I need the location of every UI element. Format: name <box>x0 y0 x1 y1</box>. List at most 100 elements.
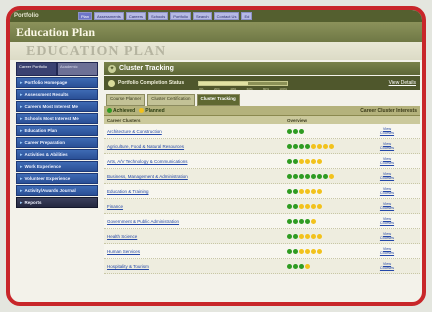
nav-tab-plan[interactable]: Plan <box>78 12 93 20</box>
cluster-link[interactable]: Architecture & Construction <box>107 129 287 134</box>
sidebar-item[interactable]: ▸ Reports <box>16 197 98 208</box>
cluster-link[interactable]: Business, Management & Administration <box>107 174 287 179</box>
subtab-cluster-tracking[interactable]: Cluster Tracking <box>196 94 240 106</box>
completion-status-label: Portfolio Completion Status <box>118 80 185 86</box>
cluster-progress <box>287 248 377 254</box>
sidebar-item[interactable]: ▸ Assessment Results <box>16 89 98 100</box>
planned-dot-icon <box>311 143 316 149</box>
view-courses-link[interactable]: View Courses <box>377 142 397 150</box>
sidebar-item[interactable]: ▸ Schools Most Interest Me <box>16 113 98 124</box>
arrow-icon: ▸ <box>20 91 23 98</box>
arrow-icon: ▸ <box>20 103 23 110</box>
progress-tick-label: 20% <box>213 86 220 91</box>
cluster-progress <box>287 263 377 269</box>
subtabs: Course Planner Cluster Certification Clu… <box>104 94 420 106</box>
planned-dot-icon <box>311 188 316 194</box>
planned-dot-icon <box>305 263 310 269</box>
arrow-icon: ▸ <box>20 175 23 182</box>
cluster-link[interactable]: Health Science <box>107 234 287 239</box>
header-banner: EDUCATION PLAN <box>10 42 422 60</box>
table-row: Agriculture, Food & Natural Resources Vie… <box>104 139 420 154</box>
view-courses-link[interactable]: View Courses <box>377 172 397 180</box>
sidebar-item-label: Activities & Abilities <box>24 152 68 157</box>
subtab-cluster-certification[interactable]: Cluster Certification <box>147 94 195 106</box>
sidebar-item-label: Work Experience <box>24 164 61 169</box>
sidebar-item[interactable]: ▸ Work Experience <box>16 161 98 172</box>
cluster-link[interactable]: Government & Public Administration <box>107 219 287 224</box>
sidebar-item-label: Careers Most Interest Me <box>24 104 79 109</box>
achieved-dot-icon <box>287 128 292 134</box>
nav-tab-ed[interactable]: Ed <box>241 12 253 20</box>
view-courses-link[interactable]: View Courses <box>377 187 397 195</box>
sidebar-item[interactable]: ▸ Volunteer Experience <box>16 173 98 184</box>
table-row: Government & Public Administration View C… <box>104 214 420 229</box>
sidebar-tab-academic[interactable]: Academic <box>57 62 98 76</box>
achieved-dot-icon <box>287 173 292 179</box>
nav-tab-careers[interactable]: Careers <box>125 12 147 20</box>
table-row: Health Science View Courses <box>104 229 420 244</box>
planned-dot-icon <box>139 108 145 113</box>
nav-tab-assessments[interactable]: Assessments <box>94 12 124 20</box>
cluster-link[interactable]: Human Services <box>107 249 287 254</box>
sidebar: Career Portfolio Academic ▸ Portfolio Hom… <box>16 62 98 280</box>
arrow-icon: ▸ <box>20 199 23 206</box>
brand-label: Portfolio <box>14 13 39 19</box>
arrow-icon: ▸ <box>20 139 23 146</box>
panel-header: ✦ Cluster Tracking <box>104 62 420 75</box>
cluster-link[interactable]: Arts, A/V Technology & Communications <box>107 159 287 164</box>
achieved-dot-icon <box>323 173 328 179</box>
progress-tick-label: 100% <box>279 86 288 91</box>
nav-tab-search[interactable]: Search <box>192 12 212 20</box>
page-header: Education Plan <box>10 22 422 42</box>
planned-dot-icon <box>311 218 316 224</box>
view-courses-link[interactable]: View Courses <box>377 202 397 210</box>
achieved-dot-icon <box>305 218 310 224</box>
sidebar-item-label: Activity/Awards Journal <box>24 188 76 193</box>
nav-tab-contact[interactable]: Contact Us <box>213 12 240 20</box>
view-courses-link[interactable]: View Courses <box>377 262 397 270</box>
cluster-link[interactable]: Hospitality & Tourism <box>107 264 287 269</box>
cluster-link[interactable]: Agriculture, Food & Natural Resources <box>107 144 287 149</box>
view-courses-link[interactable]: View Courses <box>377 247 397 255</box>
sidebar-item[interactable]: ▸ Education Plan <box>16 125 98 136</box>
achieved-dot-icon <box>287 158 292 164</box>
arrow-icon: ▸ <box>20 79 23 86</box>
sidebar-tab-career-portfolio[interactable]: Career Portfolio <box>16 62 57 76</box>
legend-achieved: Achieved <box>113 107 136 114</box>
table-row: Finance View Courses <box>104 199 420 214</box>
achieved-dot-icon <box>293 263 298 269</box>
cluster-link[interactable]: Finance <box>107 204 287 209</box>
planned-dot-icon <box>299 203 304 209</box>
achieved-dot-icon <box>299 173 304 179</box>
planned-dot-icon <box>299 233 304 239</box>
cluster-progress <box>287 233 377 239</box>
planned-dot-icon <box>311 248 316 254</box>
cluster-link[interactable]: Education & Training <box>107 189 287 194</box>
nav-tab-portfolio[interactable]: Portfolio <box>170 12 191 20</box>
column-header-overview: Overview <box>287 117 308 123</box>
achieved-dot-icon <box>287 233 292 239</box>
subtab-course-planner[interactable]: Course Planner <box>106 94 146 106</box>
column-header-clusters: Career Clusters <box>107 117 141 123</box>
portfolio-icon <box>108 79 115 87</box>
sidebar-item[interactable]: ▸ Activity/Awards Journal <box>16 185 98 196</box>
view-courses-link[interactable]: View Courses <box>377 127 397 135</box>
sidebar-item-label: Education Plan <box>24 128 58 133</box>
planned-dot-icon <box>317 158 322 164</box>
sidebar-item-label: Schools Most Interest Me <box>24 116 79 121</box>
planned-dot-icon <box>317 233 322 239</box>
nav-tab-schools[interactable]: Schools <box>148 12 169 20</box>
view-courses-link[interactable]: View Courses <box>377 217 397 225</box>
sidebar-item[interactable]: ▸ Portfolio Homepage <box>16 77 98 88</box>
view-details-link[interactable]: View Details <box>389 80 416 86</box>
sidebar-item[interactable]: ▸ Activities & Abilities <box>16 149 98 160</box>
view-courses-link[interactable]: View Courses <box>377 157 397 165</box>
achieved-dot-icon <box>317 173 322 179</box>
planned-dot-icon <box>317 248 322 254</box>
sidebar-item[interactable]: ▸ Careers Most Interest Me <box>16 101 98 112</box>
table-row: Human Services View Courses <box>104 244 420 259</box>
cluster-progress <box>287 158 377 164</box>
achieved-dot-icon <box>293 128 298 134</box>
sidebar-item[interactable]: ▸ Career Preparation <box>16 137 98 148</box>
view-courses-link[interactable]: View Courses <box>377 232 397 240</box>
